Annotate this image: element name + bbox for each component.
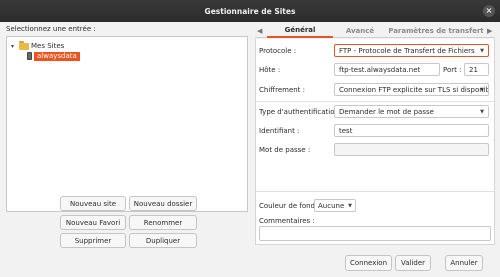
comments-textarea[interactable] [259,226,491,241]
connect-button[interactable]: Connexion [345,255,392,271]
tab-general[interactable]: Général [267,24,333,38]
new-folder-button[interactable]: Nouveau dossier [129,196,197,211]
server-icon [27,52,32,60]
host-input[interactable]: ftp-test.alwaysdata.net [334,63,440,76]
divider [256,101,494,102]
tab-bar: ◀ Général Avancé Paramètres de transfert… [255,24,495,38]
folder-icon [19,40,29,50]
close-icon[interactable]: × [483,5,495,17]
tab-scroll-left-icon[interactable]: ◀ [257,24,262,38]
dialog-body: Selectionnez une entrée : ▾ Mes Sites al… [0,22,500,277]
title-bar: Gestionnaire de Sites × [0,0,500,22]
bg-color-select[interactable]: Aucune ▼ [314,199,356,212]
chevron-down-icon: ▼ [348,203,352,209]
delete-button[interactable]: Supprimer [60,233,126,248]
tree-folder-label: Mes Sites [31,42,65,50]
chevron-down-icon: ▼ [480,109,484,115]
protocol-select[interactable]: FTP - Protocole de Transfert de Fichiers… [334,44,489,57]
new-site-button[interactable]: Nouveau site [60,196,126,211]
port-input[interactable]: 21 [464,63,489,76]
cancel-button[interactable]: Annuler [445,255,483,271]
close-glyph: × [485,6,493,15]
tree-site-alwaysdata[interactable]: alwaysdata [27,51,80,61]
tab-advanced[interactable]: Avancé [335,24,385,38]
auth-type-label: Type d'authentification : [259,108,344,116]
general-panel: Protocole : FTP - Protocole de Transfert… [255,39,495,245]
protocol-value: FTP - Protocole de Transfert de Fichiers [339,46,475,55]
rename-button[interactable]: Renommer [129,215,197,230]
auth-type-select[interactable]: Demander le mot de passe ▼ [334,105,489,118]
expand-arrow-icon[interactable]: ▾ [11,43,19,50]
tree-folder-mes-sites[interactable]: ▾ Mes Sites [11,40,65,51]
new-bookmark-button[interactable]: Nouveau Favori [60,215,126,230]
tab-transfer-settings[interactable]: Paramètres de transfert [389,24,483,38]
host-label: Hôte : [259,66,281,74]
site-tree[interactable]: ▾ Mes Sites alwaysdata [6,36,248,212]
encryption-select[interactable]: Connexion FTP explicite sur TLS si dispo… [334,83,489,96]
ok-button[interactable]: Valider [395,255,431,271]
user-label: Identifiant : [259,127,300,135]
bg-color-value: Aucune [318,201,345,210]
window-title: Gestionnaire de Sites [204,6,296,16]
chevron-down-icon: ▼ [480,87,484,93]
port-label: Port : [443,66,462,74]
auth-type-value: Demander le mot de passe [339,107,434,116]
password-input[interactable] [334,143,489,156]
encryption-value: Connexion FTP explicite sur TLS si dispo… [339,85,489,94]
tree-site-label: alwaysdata [34,51,80,61]
divider [256,191,494,192]
tab-scroll-right-icon[interactable]: ▶ [487,24,492,38]
password-label: Mot de passe : [259,146,311,154]
entry-select-label: Selectionnez une entrée : [6,25,96,33]
user-input[interactable]: test [334,124,489,137]
comments-label: Commentaires : [259,217,315,225]
duplicate-button[interactable]: Dupliquer [129,233,197,248]
chevron-down-icon: ▼ [480,48,484,54]
encryption-label: Chiffrement : [259,86,306,94]
bg-color-label: Couleur de fond : [259,202,320,210]
protocol-label: Protocole : [259,47,297,55]
